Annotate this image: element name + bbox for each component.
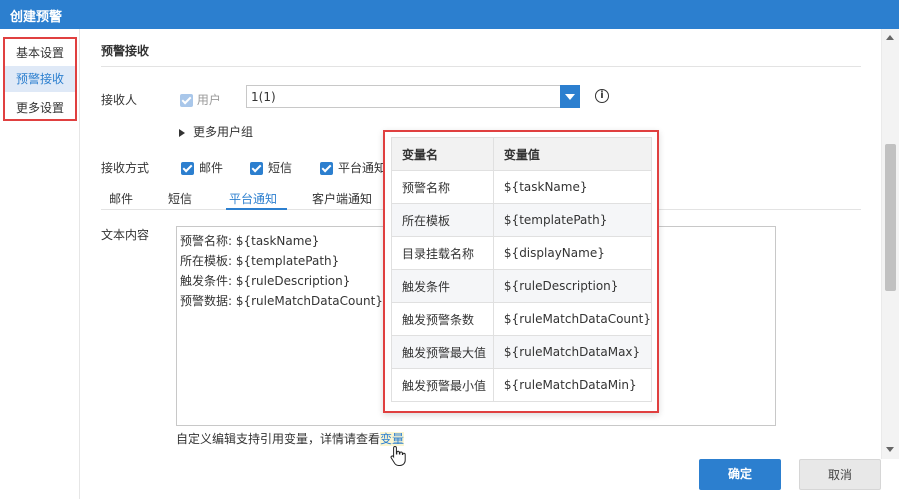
checkbox-checked-icon [320,162,333,175]
dialog-title: 创建预警 [10,10,63,25]
table-row: 触发预警最大值 ${ruleMatchDataMax} [391,335,653,369]
hand-cursor-icon [390,445,406,466]
tab-email[interactable]: 邮件 [109,190,133,207]
create-alert-dialog: 创建预警 基本设置 预警接收 更多设置 预警接收 接收人 用户 1(1) i 更… [0,0,899,499]
variable-value: ${displayName} [492,236,653,270]
variable-name: 触发预警条数 [391,302,494,336]
method-sms-checkbox[interactable]: 短信 [250,159,292,176]
cancel-button[interactable]: 取消 [799,459,881,490]
table-row: 目录挂载名称 ${displayName} [391,236,653,270]
variable-name: 触发条件 [391,269,494,303]
variable-value: ${ruleMatchDataCount} [492,302,653,336]
receiver-label: 接收人 [101,93,138,107]
title-bar: 创建预警 [0,0,899,29]
method-sms-label: 短信 [268,161,293,175]
variable-hint-text: 自定义编辑支持引用变量，详情请查看 [176,432,381,446]
table-row: 触发预警最小值 ${ruleMatchDataMin} [391,368,653,402]
tab-sms[interactable]: 短信 [168,190,192,207]
variable-popup: 变量名 变量值 预警名称 ${taskName} 所在模板 ${template… [383,130,659,413]
variable-name: 触发预警最小值 [391,368,494,402]
variable-value: ${ruleMatchDataMax} [492,335,653,369]
caret-right-icon [179,128,185,137]
ok-button[interactable]: 确定 [699,459,781,490]
table-row: 所在模板 ${templatePath} [391,203,653,237]
checkbox-checked-icon [250,162,263,175]
table-row: 触发预警条数 ${ruleMatchDataCount} [391,302,653,336]
receiver-combo[interactable]: 1(1) [246,85,580,108]
info-icon[interactable]: i [595,89,609,103]
scroll-thumb[interactable] [885,144,896,291]
variable-link[interactable]: 变量 [380,432,405,446]
table-header-name: 变量名 [391,137,494,171]
checkbox-checked-icon [181,162,194,175]
variable-value: ${taskName} [492,170,653,204]
nav-item-more-settings[interactable]: 更多设置 [5,95,75,121]
variable-name: 所在模板 [391,203,494,237]
vertical-scrollbar[interactable] [881,29,899,459]
left-nav: 基本设置 预警接收 更多设置 [0,29,80,499]
table-row: 预警名称 ${taskName} [391,170,653,204]
variable-table: 变量名 变量值 预警名称 ${taskName} 所在模板 ${template… [391,137,653,402]
more-user-groups-toggle[interactable]: 更多用户组 [179,123,253,140]
variable-value: ${templatePath} [492,203,653,237]
user-checkbox-label: 用户 [196,93,221,107]
variable-hint: 自定义编辑支持引用变量，详情请查看变量 [176,430,405,447]
user-checkbox: 用户 [180,91,221,108]
checkbox-disabled-icon [180,94,193,107]
variable-value: ${ruleDescription} [492,269,653,303]
section-title: 预警接收 [101,44,150,58]
scroll-up-icon[interactable] [886,35,894,40]
content-label: 文本内容 [101,228,150,242]
scroll-down-icon[interactable] [886,447,894,452]
table-header-value: 变量值 [492,137,653,171]
table-row: 触发条件 ${ruleDescription} [391,269,653,303]
method-label: 接收方式 [101,161,150,175]
section-divider [101,66,861,67]
method-platform-checkbox[interactable]: 平台通知 [320,159,386,176]
variable-name: 目录挂载名称 [391,236,494,270]
variable-value: ${ruleMatchDataMin} [492,368,653,402]
method-email-checkbox[interactable]: 邮件 [181,159,223,176]
chevron-down-icon[interactable] [560,85,580,108]
variable-name: 触发预警最大值 [391,335,494,369]
tab-client-notify[interactable]: 客户端通知 [312,190,372,207]
more-user-groups-label: 更多用户组 [193,125,254,139]
nav-item-alert-receive[interactable]: 预警接收 [5,66,75,92]
tab-platform-notify[interactable]: 平台通知 [229,190,277,207]
nav-item-basic-settings[interactable]: 基本设置 [5,40,75,66]
table-header-row: 变量名 变量值 [391,137,653,171]
variable-name: 预警名称 [391,170,494,204]
method-email-label: 邮件 [199,161,224,175]
receiver-combo-value: 1(1) [251,90,276,104]
method-platform-label: 平台通知 [338,161,387,175]
active-tab-indicator [226,208,287,210]
